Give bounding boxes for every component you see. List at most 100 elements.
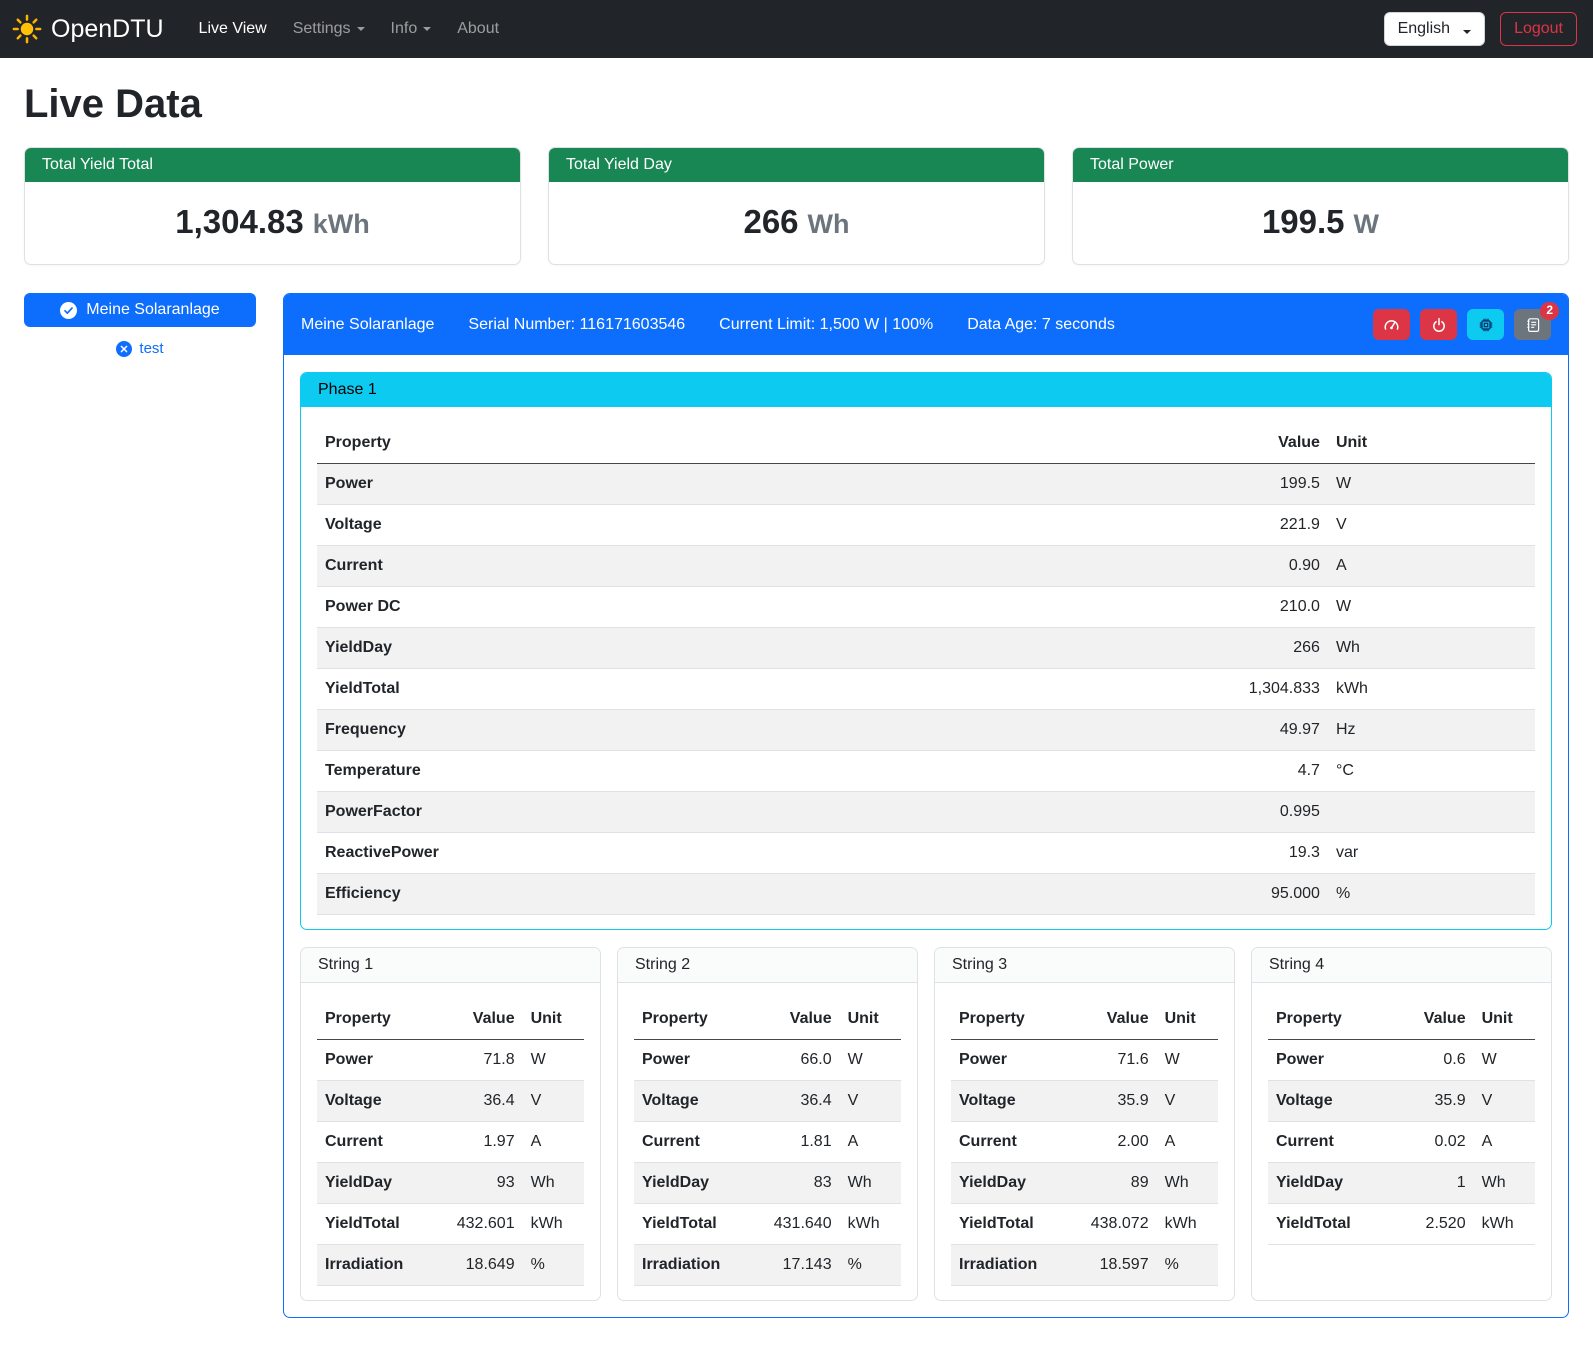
table-row: YieldTotal432.601kWh bbox=[317, 1204, 584, 1245]
unit-cell: V bbox=[840, 1081, 901, 1122]
table-row: Power0.6W bbox=[1268, 1040, 1535, 1081]
summary-value: 266 bbox=[743, 203, 798, 240]
table-row: YieldDay266Wh bbox=[317, 628, 1535, 669]
value-cell: 35.9 bbox=[1388, 1081, 1473, 1122]
column-header-property: Property bbox=[634, 999, 754, 1040]
unit-cell: Wh bbox=[1328, 628, 1535, 669]
property-cell: YieldDay bbox=[634, 1163, 754, 1204]
table-row: YieldTotal438.072kWh bbox=[951, 1204, 1218, 1245]
value-cell: 18.597 bbox=[1071, 1245, 1156, 1286]
brand-label: OpenDTU bbox=[51, 15, 164, 44]
table-row: Irradiation18.649% bbox=[317, 1245, 584, 1286]
logout-button[interactable]: Logout bbox=[1500, 12, 1577, 46]
chevron-down-icon bbox=[357, 27, 365, 31]
table-row: Current1.81A bbox=[634, 1122, 901, 1163]
value-cell: 66.0 bbox=[754, 1040, 839, 1081]
phase-card: Phase 1 PropertyValueUnitPower199.5WVolt… bbox=[300, 372, 1552, 930]
navbar: OpenDTU Live ViewSettingsInfoAbout Engli… bbox=[0, 0, 1593, 58]
table-row: Voltage35.9V bbox=[951, 1081, 1218, 1122]
value-cell: 89 bbox=[1071, 1163, 1156, 1204]
nav-item-settings[interactable]: Settings bbox=[280, 12, 378, 46]
inverter-sidebar: Meine Solaranlage test bbox=[24, 293, 256, 357]
value-cell: 0.90 bbox=[1182, 546, 1328, 587]
unit-cell: % bbox=[1157, 1245, 1218, 1286]
unit-cell: Wh bbox=[523, 1163, 584, 1204]
property-cell: Current bbox=[634, 1122, 754, 1163]
brand[interactable]: OpenDTU bbox=[12, 14, 164, 44]
unit-cell: °C bbox=[1328, 751, 1535, 792]
nav-item-live-view[interactable]: Live View bbox=[186, 12, 280, 46]
inverter-serial: Serial Number: 116171603546 bbox=[468, 316, 685, 334]
nav-item-info[interactable]: Info bbox=[378, 12, 445, 46]
property-cell: Voltage bbox=[317, 505, 1182, 546]
summary-card-total-yield-day: Total Yield Day266Wh bbox=[548, 147, 1045, 265]
cpu-icon bbox=[1478, 317, 1494, 333]
value-cell: 83 bbox=[754, 1163, 839, 1204]
summary-card-body: 199.5W bbox=[1073, 182, 1568, 264]
language-select[interactable]: English bbox=[1384, 12, 1485, 46]
unit-cell: kWh bbox=[1328, 669, 1535, 710]
string-card-string-1: String 1PropertyValueUnitPower71.8WVolta… bbox=[300, 947, 601, 1301]
string-card-body: PropertyValueUnitPower71.6WVoltage35.9VC… bbox=[935, 983, 1234, 1300]
column-header-property: Property bbox=[1268, 999, 1388, 1040]
table-row: Power199.5W bbox=[317, 464, 1535, 505]
unit-cell: var bbox=[1328, 833, 1535, 874]
value-cell: 1 bbox=[1388, 1163, 1473, 1204]
table-row: Current1.97A bbox=[317, 1122, 584, 1163]
property-cell: YieldDay bbox=[1268, 1163, 1388, 1204]
table-row: YieldDay83Wh bbox=[634, 1163, 901, 1204]
value-cell: 221.9 bbox=[1182, 505, 1328, 546]
value-cell: 71.8 bbox=[437, 1040, 522, 1081]
value-cell: 0.02 bbox=[1388, 1122, 1473, 1163]
table-row: Temperature4.7°C bbox=[317, 751, 1535, 792]
event-log-button[interactable]: 2 bbox=[1514, 309, 1551, 340]
unit-cell: W bbox=[1157, 1040, 1218, 1081]
value-cell: 93 bbox=[437, 1163, 522, 1204]
column-header-value: Value bbox=[754, 999, 839, 1040]
power-button[interactable] bbox=[1420, 309, 1457, 340]
unit-cell: % bbox=[840, 1245, 901, 1286]
unit-cell: V bbox=[523, 1081, 584, 1122]
inverter-panel-header: Meine Solaranlage Serial Number: 1161716… bbox=[284, 294, 1568, 355]
value-cell: 1.81 bbox=[754, 1122, 839, 1163]
unit-cell: W bbox=[1474, 1040, 1535, 1081]
value-cell: 19.3 bbox=[1182, 833, 1328, 874]
limit-settings-button[interactable] bbox=[1373, 309, 1410, 340]
table-row: YieldDay89Wh bbox=[951, 1163, 1218, 1204]
column-header-value: Value bbox=[437, 999, 522, 1040]
inverter-label: test bbox=[139, 340, 163, 357]
property-cell: YieldTotal bbox=[634, 1204, 754, 1245]
unit-cell: Wh bbox=[840, 1163, 901, 1204]
value-cell: 432.601 bbox=[437, 1204, 522, 1245]
property-cell: Power bbox=[951, 1040, 1071, 1081]
device-info-button[interactable] bbox=[1467, 309, 1504, 340]
property-cell: Temperature bbox=[317, 751, 1182, 792]
column-header-unit: Unit bbox=[1474, 999, 1535, 1040]
unit-cell: kWh bbox=[1157, 1204, 1218, 1245]
string-card-title: String 3 bbox=[935, 948, 1234, 983]
property-cell: Voltage bbox=[634, 1081, 754, 1122]
unit-cell: Wh bbox=[1157, 1163, 1218, 1204]
property-cell: YieldDay bbox=[317, 628, 1182, 669]
inverter-select-test[interactable]: test bbox=[116, 340, 163, 357]
value-cell: 18.649 bbox=[437, 1245, 522, 1286]
table-row: Power DC210.0W bbox=[317, 587, 1535, 628]
inverter-select-meine-solaranlage[interactable]: Meine Solaranlage bbox=[24, 293, 256, 327]
property-cell: YieldDay bbox=[951, 1163, 1071, 1204]
unit-cell bbox=[1328, 792, 1535, 833]
page-title: Live Data bbox=[24, 82, 1569, 127]
property-cell: YieldTotal bbox=[1268, 1204, 1388, 1245]
nav-menu: Live ViewSettingsInfoAbout bbox=[186, 12, 513, 46]
column-header-unit: Unit bbox=[840, 999, 901, 1040]
summary-cards: Total Yield Total1,304.83kWhTotal Yield … bbox=[24, 147, 1569, 265]
table-row: Current2.00A bbox=[951, 1122, 1218, 1163]
unit-cell: Wh bbox=[1474, 1163, 1535, 1204]
property-cell: Power bbox=[317, 464, 1182, 505]
table-row: ReactivePower19.3var bbox=[317, 833, 1535, 874]
property-cell: Efficiency bbox=[317, 874, 1182, 915]
summary-value: 199.5 bbox=[1262, 203, 1345, 240]
property-cell: Current bbox=[1268, 1122, 1388, 1163]
string-table: PropertyValueUnitPower66.0WVoltage36.4VC… bbox=[634, 999, 901, 1286]
property-cell: Voltage bbox=[951, 1081, 1071, 1122]
nav-item-about[interactable]: About bbox=[444, 12, 512, 46]
